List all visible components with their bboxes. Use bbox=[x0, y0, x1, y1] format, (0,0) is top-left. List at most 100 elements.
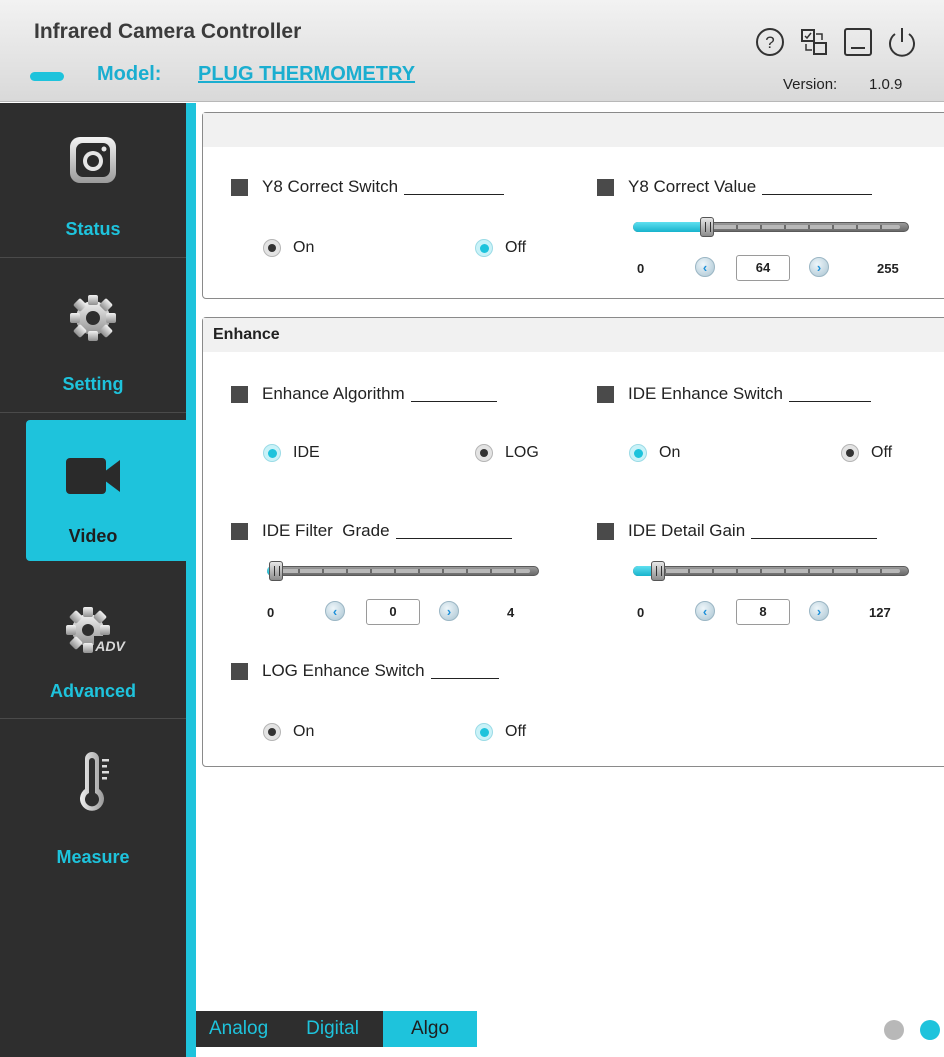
field-label: IDE Detail Gain bbox=[628, 521, 746, 540]
version-value: 1.0.9 bbox=[869, 76, 903, 93]
window-switch-icon[interactable] bbox=[796, 24, 832, 60]
range-max: 127 bbox=[869, 605, 891, 620]
ide-detail-gain-range: 0 ‹ 8 › 127 bbox=[633, 599, 913, 625]
svg-text:ADV: ADV bbox=[94, 638, 126, 654]
page-dot-1[interactable] bbox=[884, 1020, 904, 1040]
y8-group: Y8 Correct Switch On Off Y8 Correct Valu… bbox=[202, 112, 944, 299]
setting-checkbox[interactable] bbox=[231, 178, 248, 196]
camera-icon bbox=[0, 131, 186, 191]
help-icon[interactable]: ? bbox=[752, 24, 788, 60]
field-label: Y8 Correct Value bbox=[628, 177, 757, 196]
value-input[interactable]: 8 bbox=[736, 599, 790, 625]
y8-correct-switch-title: Y8 Correct Switch bbox=[231, 177, 505, 197]
tab-algo[interactable]: Algo bbox=[382, 1011, 478, 1047]
group-header: Enhance bbox=[203, 318, 944, 352]
decrement-button[interactable]: ‹ bbox=[325, 601, 345, 621]
setting-checkbox[interactable] bbox=[231, 662, 248, 680]
decrement-button[interactable]: ‹ bbox=[695, 257, 715, 277]
power-icon[interactable] bbox=[884, 24, 920, 60]
range-min: 0 bbox=[637, 261, 645, 276]
ide-detail-gain-slider[interactable] bbox=[633, 561, 909, 581]
setting-checkbox[interactable] bbox=[231, 385, 248, 403]
log-enhance-off-radio[interactable]: Off bbox=[475, 723, 526, 741]
tab-digital[interactable]: Digital bbox=[281, 1011, 383, 1047]
range-max: 4 bbox=[507, 605, 515, 620]
version-label: Version: bbox=[783, 76, 838, 93]
enhance-algorithm-title: Enhance Algorithm bbox=[231, 384, 497, 404]
sidebar-accent-bar bbox=[186, 103, 196, 1057]
radio-label: Off bbox=[871, 444, 893, 461]
range-max: 255 bbox=[877, 261, 899, 276]
ide-detail-gain-title: IDE Detail Gain bbox=[597, 521, 878, 541]
ide-filter-grade-slider[interactable] bbox=[267, 561, 539, 581]
range-min: 0 bbox=[637, 605, 645, 620]
sidebar-item-label: Setting bbox=[62, 374, 124, 394]
menu-toggle-icon[interactable] bbox=[30, 72, 64, 81]
decrement-button[interactable]: ‹ bbox=[695, 601, 715, 621]
field-label: IDE Enhance Switch bbox=[628, 384, 783, 403]
sidebar-item-label: Measure bbox=[56, 847, 130, 867]
y8-correct-value-slider[interactable] bbox=[633, 217, 909, 237]
radio-dot bbox=[475, 723, 493, 741]
slider-track bbox=[633, 566, 909, 576]
label-underline bbox=[430, 663, 499, 679]
enhance-algorithm-log-radio[interactable]: LOG bbox=[475, 444, 539, 462]
gear-icon bbox=[0, 286, 186, 346]
thermometer-icon bbox=[0, 751, 186, 811]
radio-label: Off bbox=[505, 723, 527, 740]
setting-checkbox[interactable] bbox=[231, 522, 248, 540]
label-underline bbox=[404, 179, 505, 195]
y8-switch-on-radio[interactable]: On bbox=[263, 239, 314, 257]
value-input[interactable]: 0 bbox=[366, 599, 420, 625]
slider-thumb[interactable] bbox=[269, 561, 283, 581]
log-enhance-on-radio[interactable]: On bbox=[263, 723, 314, 741]
radio-label: IDE bbox=[293, 444, 320, 461]
slider-fill bbox=[633, 222, 707, 232]
radio-dot bbox=[263, 723, 281, 741]
ide-filter-grade-title: IDE Filter Grade bbox=[231, 521, 512, 541]
main-content: Y8 Correct Switch On Off Y8 Correct Valu… bbox=[196, 103, 944, 1057]
field-label: Enhance Algorithm bbox=[262, 384, 405, 403]
sidebar-item-measure[interactable]: Measure bbox=[0, 719, 186, 874]
value-input[interactable]: 64 bbox=[736, 255, 790, 281]
radio-label: LOG bbox=[505, 444, 539, 461]
sidebar-item-video[interactable]: Video bbox=[26, 420, 186, 561]
slider-thumb[interactable] bbox=[699, 217, 714, 237]
ide-enhance-switch-title: IDE Enhance Switch bbox=[597, 384, 871, 404]
setting-checkbox[interactable] bbox=[597, 385, 614, 403]
enhance-algorithm-ide-radio[interactable]: IDE bbox=[263, 444, 320, 462]
minimize-icon[interactable] bbox=[840, 24, 876, 60]
increment-button[interactable]: › bbox=[809, 601, 829, 621]
radio-dot bbox=[475, 239, 493, 257]
sidebar-item-setting[interactable]: Setting bbox=[0, 258, 186, 413]
range-min: 0 bbox=[267, 605, 275, 620]
sidebar-item-status[interactable]: Status bbox=[0, 103, 186, 258]
sidebar-item-label: Status bbox=[65, 219, 121, 239]
sidebar-item-label: Advanced bbox=[49, 681, 137, 701]
page-dot-2[interactable] bbox=[920, 1020, 940, 1040]
increment-button[interactable]: › bbox=[439, 601, 459, 621]
model-label: Model: bbox=[97, 63, 162, 85]
setting-checkbox[interactable] bbox=[597, 178, 614, 196]
advanced-gear-icon: ADV bbox=[0, 602, 186, 662]
field-label: LOG Enhance Switch bbox=[262, 661, 425, 680]
field-label: Y8 Correct Switch bbox=[262, 177, 399, 196]
tab-analog[interactable]: Analog bbox=[196, 1011, 282, 1047]
radio-dot bbox=[629, 444, 647, 462]
ide-enhance-off-radio[interactable]: Off bbox=[841, 444, 892, 462]
ide-filter-grade-range: 0 ‹ 0 › 4 bbox=[263, 599, 543, 625]
ide-enhance-on-radio[interactable]: On bbox=[629, 444, 680, 462]
model-link[interactable]: PLUG THERMOMETRY bbox=[198, 63, 415, 86]
slider-track bbox=[267, 566, 539, 576]
increment-button[interactable]: › bbox=[809, 257, 829, 277]
y8-switch-off-radio[interactable]: Off bbox=[475, 239, 526, 257]
sidebar-item-advanced[interactable]: ADV Advanced bbox=[0, 564, 186, 719]
slider-thumb[interactable] bbox=[651, 561, 666, 581]
label-underline bbox=[410, 386, 497, 402]
setting-checkbox[interactable] bbox=[597, 522, 614, 540]
radio-dot bbox=[263, 444, 281, 462]
app-title: Infrared Camera Controller bbox=[34, 20, 302, 43]
title-bar: Infrared Camera Controller Model: PLUG T… bbox=[0, 0, 944, 102]
svg-text:?: ? bbox=[765, 33, 774, 52]
radio-label: On bbox=[293, 723, 315, 740]
